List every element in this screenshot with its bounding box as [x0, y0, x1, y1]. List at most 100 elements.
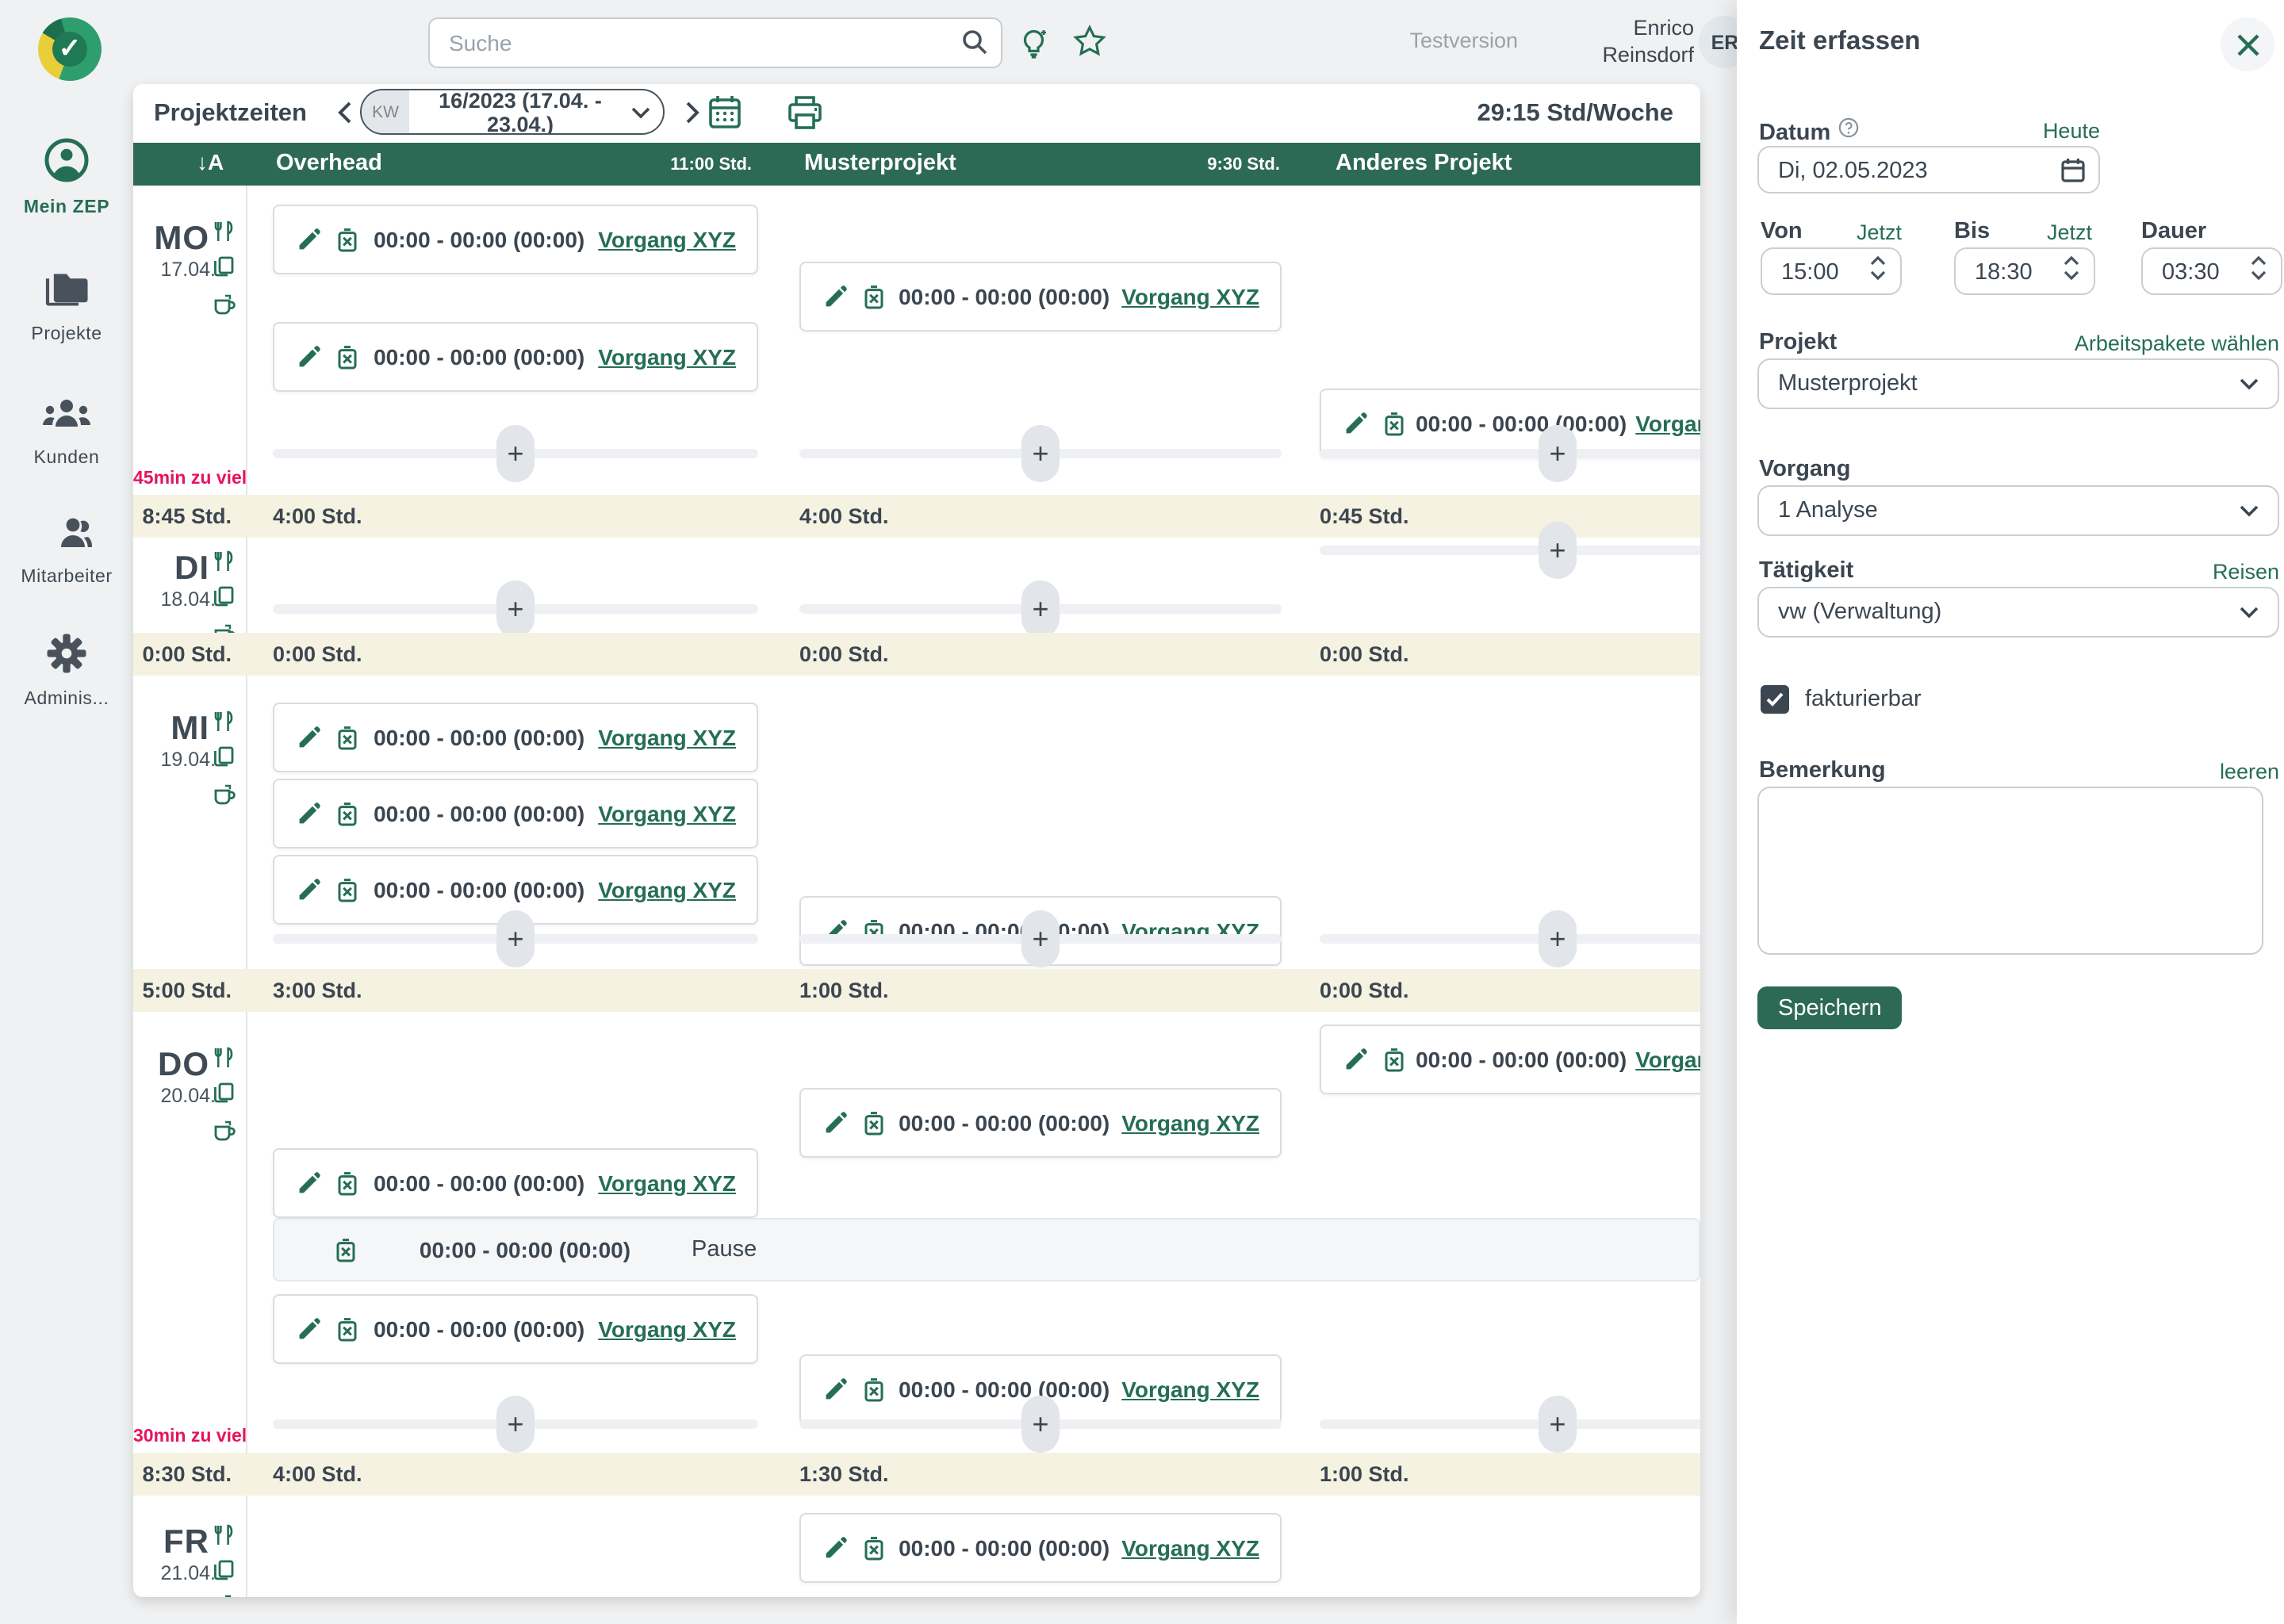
meal-break-icon[interactable]	[213, 220, 233, 251]
print-icon[interactable]	[787, 94, 823, 140]
delete-entry-icon[interactable]	[335, 876, 360, 903]
von-field[interactable]	[1761, 247, 1902, 295]
vorgang-select[interactable]: 1 Analyse	[1757, 485, 2279, 536]
entry-vorgang-link[interactable]: Vorgang XYZ	[1121, 284, 1259, 309]
calendar-icon[interactable]	[2060, 157, 2086, 192]
arbeitspakete-link[interactable]: Arbeitspakete wählen	[2041, 331, 2279, 355]
delete-entry-icon[interactable]	[335, 724, 360, 751]
coffee-cup-icon[interactable]	[213, 783, 236, 814]
edit-pencil-icon[interactable]	[297, 877, 322, 902]
bemerkung-textarea[interactable]	[1757, 787, 2263, 955]
delete-entry-icon[interactable]	[335, 800, 360, 827]
zep-logo[interactable]: ✓	[38, 17, 102, 81]
close-button[interactable]	[2221, 17, 2274, 71]
copy-icon[interactable]	[213, 585, 235, 615]
sidebar-item-kunden[interactable]: Kunden	[0, 393, 133, 468]
next-week-button[interactable]	[677, 97, 706, 136]
column-header-musterprojekt[interactable]: Musterprojekt	[804, 151, 956, 176]
delete-entry-icon[interactable]	[333, 1236, 358, 1263]
column-header-overhead[interactable]: Overhead	[276, 151, 382, 176]
entry-vorgang-link[interactable]: Vorgang XYZ	[598, 1170, 736, 1196]
sidebar-item-mitarbeiter[interactable]: Mitarbeiter	[0, 512, 133, 587]
time-entry[interactable]: 00:00 - 00:00 (00:00) Vorgang XYZ	[273, 205, 758, 274]
add-entry-button[interactable]: +	[799, 1396, 1282, 1453]
edit-pencil-icon[interactable]	[297, 344, 322, 370]
time-entry[interactable]: 00:00 - 00:00 (00:00) Vorgang XYZ	[799, 262, 1282, 331]
sort-icon[interactable]: ↓A	[197, 149, 224, 174]
stepper-control[interactable]	[2251, 255, 2267, 281]
entry-vorgang-link[interactable]: Vorgang XYZ	[598, 877, 736, 902]
copy-icon[interactable]	[213, 1559, 235, 1589]
taetigkeit-select[interactable]: vw (Verwaltung)	[1757, 587, 2279, 638]
entry-vorgang-link[interactable]: Vorgang XYZ	[598, 227, 736, 252]
coffee-cup-icon[interactable]	[213, 1594, 236, 1597]
jetzt-link[interactable]: Jetzt	[1997, 220, 2092, 244]
delete-entry-icon[interactable]	[335, 1316, 360, 1342]
add-entry-button[interactable]: +	[1320, 1396, 1700, 1453]
search-box[interactable]	[428, 17, 1002, 68]
time-entry[interactable]: 00:00 - 00:00 (00:00) Vorgang XYZ	[1320, 1025, 1700, 1094]
add-entry-button[interactable]: +	[1320, 522, 1700, 579]
add-entry-button[interactable]: +	[799, 910, 1282, 967]
add-entry-button[interactable]: +	[273, 910, 758, 967]
delete-entry-icon[interactable]	[861, 1534, 887, 1561]
time-entry[interactable]: 00:00 - 00:00 (00:00) Vorgang XYZ	[273, 1148, 758, 1218]
time-entry[interactable]: 00:00 - 00:00 (00:00) Vorgang XYZ	[799, 1088, 1282, 1158]
entry-vorgang-link[interactable]: Vorgang XYZ	[598, 801, 736, 826]
coffee-cup-icon[interactable]	[213, 1120, 236, 1150]
dauer-field[interactable]	[2141, 247, 2282, 295]
time-entry[interactable]: 00:00 - 00:00 (00:00) Vorgang XYZ	[799, 1513, 1282, 1583]
copy-icon[interactable]	[213, 255, 235, 285]
search-icon[interactable]	[961, 29, 988, 63]
edit-pencil-icon[interactable]	[823, 1535, 849, 1561]
time-entry[interactable]: 00:00 - 00:00 (00:00) Vorgang XYZ	[273, 779, 758, 848]
entry-vorgang-link[interactable]: Vorgang XYZ	[598, 344, 736, 370]
edit-pencil-icon[interactable]	[297, 725, 322, 750]
leeren-link[interactable]: leeren	[2200, 760, 2279, 783]
search-input[interactable]	[446, 19, 944, 67]
fakturierbar-checkbox[interactable]	[1761, 685, 1789, 714]
von-input[interactable]	[1778, 249, 1861, 297]
delete-entry-icon[interactable]	[335, 226, 360, 253]
delete-entry-icon[interactable]	[1382, 1046, 1407, 1073]
edit-pencil-icon[interactable]	[297, 1316, 322, 1342]
add-entry-button[interactable]: +	[273, 425, 758, 482]
jetzt-link[interactable]: Jetzt	[1807, 220, 1902, 244]
entry-vorgang-link[interactable]: Vorgang XYZ	[1121, 1535, 1259, 1561]
save-button[interactable]: Speichern	[1757, 986, 1903, 1029]
time-entry[interactable]: 00:00 - 00:00 (00:00) Vorgang XYZ	[273, 703, 758, 772]
add-entry-button[interactable]: +	[1320, 425, 1700, 482]
edit-pencil-icon[interactable]	[1343, 1047, 1369, 1072]
projekt-select[interactable]: Musterprojekt	[1757, 358, 2279, 409]
add-entry-button[interactable]: +	[1320, 910, 1700, 967]
meal-break-icon[interactable]	[213, 1047, 233, 1077]
prev-week-button[interactable]	[331, 97, 360, 136]
reisen-link[interactable]: Reisen	[2200, 560, 2279, 584]
entry-vorgang-link[interactable]: Vorgang XYZ	[598, 1316, 736, 1342]
help-icon[interactable]	[1838, 117, 1859, 144]
add-entry-button[interactable]: +	[273, 580, 758, 638]
week-selector[interactable]: KW 16/2023 (17.04. - 23.04.)	[360, 89, 665, 135]
heute-link[interactable]: Heute	[1941, 119, 2100, 143]
favorite-star-icon[interactable]	[1072, 24, 1107, 67]
delete-entry-icon[interactable]	[335, 343, 360, 370]
pause-entry[interactable]: 00:00 - 00:00 (00:00) Pause	[273, 1218, 1700, 1281]
coffee-cup-icon[interactable]	[213, 293, 236, 324]
add-entry-button[interactable]: +	[799, 425, 1282, 482]
bis-field[interactable]	[1954, 247, 2095, 295]
copy-icon[interactable]	[213, 745, 235, 776]
entry-vorgang-link[interactable]: Vorgang XYZ	[1635, 1047, 1700, 1072]
date-input[interactable]	[1775, 147, 2019, 195]
entry-vorgang-link[interactable]: Vorgang XYZ	[1121, 1110, 1259, 1136]
time-entry[interactable]: 00:00 - 00:00 (00:00) Vorgang XYZ	[273, 322, 758, 392]
time-entry[interactable]: 00:00 - 00:00 (00:00) Vorgang XYZ	[273, 1294, 758, 1364]
meal-break-icon[interactable]	[213, 1524, 233, 1554]
meal-break-icon[interactable]	[213, 550, 233, 580]
edit-pencil-icon[interactable]	[297, 227, 322, 252]
edit-pencil-icon[interactable]	[297, 1170, 322, 1196]
calendar-icon[interactable]	[707, 94, 742, 140]
idea-lightbulb-icon[interactable]	[1017, 24, 1052, 67]
date-field[interactable]	[1757, 146, 2100, 193]
sidebar-item-mein-zep[interactable]: Mein ZEP	[0, 136, 133, 217]
dauer-input[interactable]	[2159, 249, 2241, 297]
